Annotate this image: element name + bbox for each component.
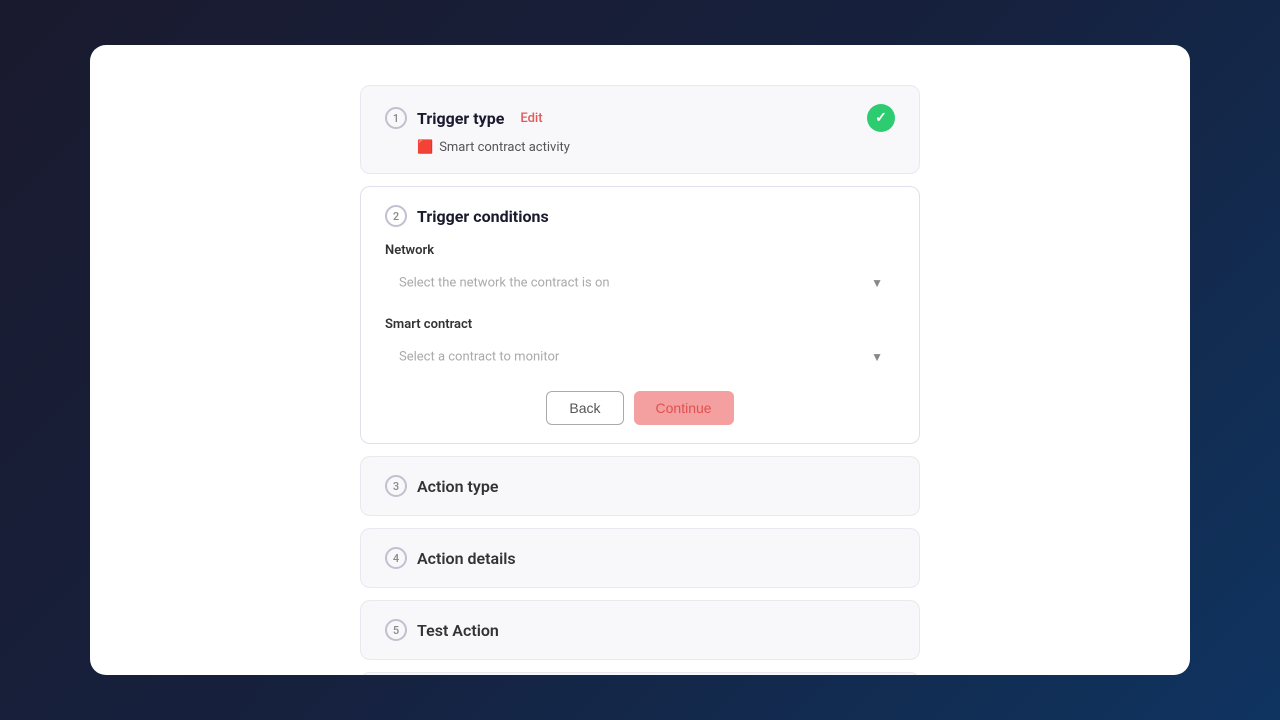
step-4-number: 4 [385, 547, 407, 569]
step-5-card: 5 Test Action [360, 600, 920, 660]
network-label: Network [385, 243, 895, 258]
continue-button[interactable]: Continue [634, 391, 734, 425]
step-2-number: 2 [385, 205, 407, 227]
step-3-number: 3 [385, 475, 407, 497]
step-2-header: 2 Trigger conditions [385, 205, 895, 227]
step-1-number: 1 [385, 107, 407, 129]
step-1-card: 1 Trigger type Edit ✓ 🟥 Smart contract a… [360, 85, 920, 174]
smart-contract-icon: 🟥 [417, 140, 433, 155]
step-5-title: Test Action [417, 621, 499, 640]
step-1-subtitle: 🟥 Smart contract activity [417, 140, 895, 155]
step-2-body: Network ▼ Select the network the contrac… [385, 243, 895, 425]
step-1-header: 1 Trigger type Edit ✓ [385, 104, 895, 132]
step-5-number: 5 [385, 619, 407, 641]
back-button[interactable]: Back [546, 391, 623, 425]
smart-contract-label: Smart contract [385, 317, 895, 332]
step-4-title: Action details [417, 549, 516, 568]
smart-contract-field-group: Smart contract ▼ Select a contract to mo… [385, 317, 895, 375]
step-1-check: ✓ [867, 104, 895, 132]
step-5-header: 5 Test Action [385, 619, 895, 641]
step-3-title: Action type [417, 477, 498, 496]
step-2-card: 2 Trigger conditions Network ▼ Select th… [360, 186, 920, 444]
step-1-subtitle-text: Smart contract activity [439, 140, 570, 155]
step-1-edit[interactable]: Edit [520, 111, 542, 126]
step-2-actions: Back Continue [385, 391, 895, 425]
step-3-card: 3 Action type [360, 456, 920, 516]
step-4-card: 4 Action details [360, 528, 920, 588]
step-1-title: Trigger type [417, 109, 504, 128]
main-container: 1 Trigger type Edit ✓ 🟥 Smart contract a… [90, 45, 1190, 675]
smart-contract-select-wrapper: ▼ Select a contract to monitor [385, 338, 895, 375]
network-field-group: Network ▼ Select the network the contrac… [385, 243, 895, 301]
step-4-header: 4 Action details [385, 547, 895, 569]
step-2-title: Trigger conditions [417, 207, 549, 226]
step-3-header: 3 Action type [385, 475, 895, 497]
steps-wrapper: 1 Trigger type Edit ✓ 🟥 Smart contract a… [360, 85, 920, 675]
step-6-card: 6 Confirm Patch name [360, 672, 920, 675]
network-select-wrapper: ▼ Select the network the contract is on [385, 264, 895, 301]
